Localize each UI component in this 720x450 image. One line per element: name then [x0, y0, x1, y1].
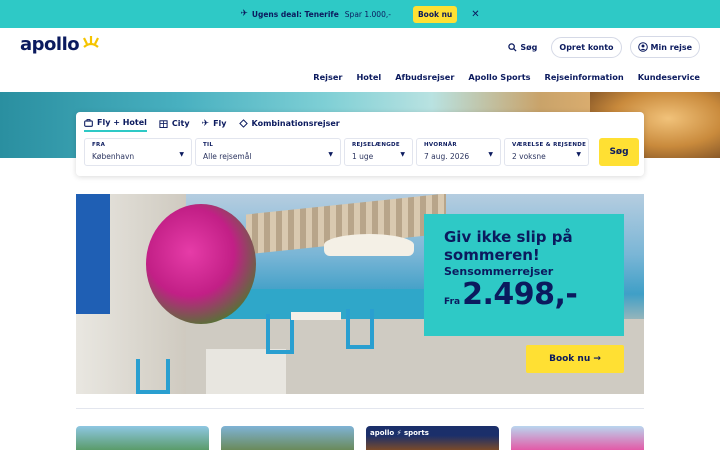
field-value: København: [92, 152, 135, 161]
nav-item-rejser[interactable]: Rejser: [313, 72, 342, 82]
user-icon: [637, 42, 648, 52]
close-icon[interactable]: ✕: [471, 9, 479, 20]
search-fields: FRA København ▼ TIL Alle rejsemål ▼ REJS…: [84, 138, 639, 166]
to-select[interactable]: TIL Alle rejsemål ▼: [195, 138, 341, 166]
nav-item-rejseinformation[interactable]: Rejseinformation: [545, 72, 624, 82]
promo-pot: [206, 349, 286, 394]
deal-banner: ✈ Ugens deal: Tenerife Spar 1.000,- Book…: [0, 0, 720, 28]
promo-flowers: [146, 204, 256, 324]
site-header: Søg Opret konto Min rejse: [0, 28, 720, 92]
search-icon: [508, 42, 517, 52]
city-icon: [159, 120, 168, 128]
chevron-down-icon: ▼: [328, 151, 333, 158]
date-select[interactable]: HVORNÅR 7 aug. 2026 ▼: [416, 138, 501, 166]
nav-item-hotel[interactable]: Hotel: [356, 72, 381, 82]
my-trip-button[interactable]: Min rejse: [629, 36, 700, 58]
utility-bar: Søg Opret konto Min rejse: [508, 36, 700, 58]
tab-label: Kombinationsrejser: [251, 119, 340, 128]
create-account-button[interactable]: Opret konto: [551, 36, 622, 58]
from-select[interactable]: FRA København ▼: [84, 138, 192, 166]
tab-kombinationsrejser[interactable]: Kombinationsrejser: [238, 118, 340, 132]
deal-label: Ugens deal: Tenerife: [251, 9, 339, 19]
chevron-down-icon: ▼: [576, 151, 581, 158]
promo-price: Fra 2.498,-: [444, 278, 604, 312]
tab-fly-hotel[interactable]: Fly + Hotel: [84, 118, 147, 132]
price-amount: 2.498,-: [462, 277, 578, 312]
promo-chair: [266, 314, 294, 354]
tab-label: City: [171, 119, 190, 128]
field-label: FRA: [92, 142, 106, 148]
sports-card[interactable]: apollo ⚡ sports: [366, 426, 499, 450]
nav-item-kundeservice[interactable]: Kundeservice: [638, 72, 700, 82]
main-nav: Rejser Hotel Afbudsrejser Apollo Sports …: [313, 72, 700, 82]
my-trip-label: Min rejse: [650, 42, 692, 52]
apollo-logo[interactable]: apollo: [20, 34, 80, 55]
field-value: Alle rejsemål: [203, 152, 252, 161]
combo-icon: [238, 119, 248, 128]
promo-umbrella: [324, 234, 414, 256]
search-widget: Fly + Hotel City ✈ Fly Kombinationsrejse…: [76, 112, 644, 176]
sports-brand: apollo ⚡ sports: [370, 429, 429, 437]
field-label: HVORNÅR: [424, 142, 457, 148]
search-label: Søg: [520, 42, 538, 52]
chevron-down-icon: ▼: [488, 151, 493, 158]
duration-select[interactable]: REJSELÆNGDE 1 uge ▼: [344, 138, 413, 166]
suitcase-icon: [84, 118, 93, 127]
banner-book-button[interactable]: Book nu: [412, 5, 458, 23]
plane-icon: ✈: [201, 118, 210, 129]
nav-item-afbudsrejser[interactable]: Afbudsrejser: [395, 72, 454, 82]
field-label: VÆRELSE & REJSENDE: [512, 142, 587, 148]
price-from-label: Fra: [444, 297, 461, 307]
deal-savings: Spar 1.000,-: [344, 9, 391, 19]
promo-headline: Giv ikke slip på sommeren!: [444, 228, 573, 264]
search-button[interactable]: Søg: [508, 43, 537, 52]
search-submit-button[interactable]: Søg: [599, 138, 639, 166]
field-value: 7 aug. 2026: [424, 152, 470, 161]
destination-card[interactable]: [511, 426, 644, 450]
tab-fly[interactable]: ✈ Fly: [202, 118, 227, 132]
nav-item-apollo-sports[interactable]: Apollo Sports: [468, 72, 530, 82]
field-value: 1 uge: [352, 152, 374, 161]
tab-label: Fly: [213, 119, 227, 128]
promo-card: Giv ikke slip på sommeren! Sensommerrejs…: [424, 214, 624, 336]
destination-card[interactable]: [221, 426, 354, 450]
chevron-down-icon: ▼: [400, 151, 405, 158]
travelers-select[interactable]: VÆRELSE & REJSENDE 2 voksne ▼: [504, 138, 589, 166]
chevron-down-icon: ▼: [179, 151, 184, 158]
sun-logo-icon: [83, 36, 99, 48]
tab-city[interactable]: City: [159, 118, 190, 132]
promo-banner[interactable]: Giv ikke slip på sommeren! Sensommerrejs…: [76, 194, 644, 394]
search-tabs: Fly + Hotel City ✈ Fly Kombinationsrejse…: [84, 118, 340, 132]
tab-label: Fly + Hotel: [97, 118, 147, 127]
promo-book-button[interactable]: Book nu →: [526, 345, 624, 373]
section-divider: [76, 408, 644, 409]
promo-table: [291, 312, 341, 320]
promo-door: [76, 194, 110, 314]
destination-card[interactable]: [76, 426, 209, 450]
promo-chair: [346, 309, 374, 349]
field-value: 2 voksne: [512, 152, 546, 161]
field-label: TIL: [203, 142, 214, 148]
plane-icon: ✈: [240, 9, 248, 19]
field-label: REJSELÆNGDE: [352, 142, 400, 148]
promo-chair: [136, 359, 170, 394]
